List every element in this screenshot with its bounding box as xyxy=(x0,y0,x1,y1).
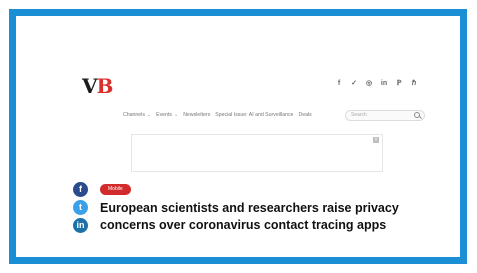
chevron-down-icon: ⌄ xyxy=(173,112,179,118)
linkedin-share-icon[interactable]: in xyxy=(73,218,88,233)
nav-item-events[interactable]: Events ⌄ xyxy=(156,112,178,118)
main-nav: Channels ⌄ Events ⌄ Newsletters Special Is… xyxy=(123,112,317,118)
instagram-icon[interactable]: ◎ xyxy=(365,79,373,89)
nav-item-newsletters[interactable]: Newsletters xyxy=(183,112,210,118)
search-input[interactable]: Search xyxy=(345,110,425,121)
nav-item-channels[interactable]: Channels ⌄ xyxy=(123,112,151,118)
nav-item-label: Events xyxy=(156,112,172,118)
linkedin-icon[interactable]: in xyxy=(380,79,388,89)
logo-letter-v: V xyxy=(82,74,98,98)
article-title: European scientists and researchers rais… xyxy=(100,201,399,232)
nav-item-label: Channels xyxy=(123,112,145,118)
rss-icon[interactable]: ℏ xyxy=(410,79,418,89)
facebook-share-icon[interactable]: f xyxy=(73,182,88,197)
twitter-share-icon[interactable]: t xyxy=(73,200,88,215)
twitter-icon[interactable]: ✓ xyxy=(350,79,358,89)
search-icon[interactable] xyxy=(414,112,420,118)
nav-item-deals[interactable]: Deals xyxy=(298,112,311,118)
facebook-icon[interactable]: f xyxy=(335,79,343,89)
ad-close-icon[interactable]: × xyxy=(373,137,379,143)
screenshot-frame: VB f ✓ ◎ in ℙ ℏ Channels ⌄ Events ⌄ Newsle… xyxy=(9,9,467,264)
category-badge[interactable]: Mobile xyxy=(100,184,131,195)
flipboard-icon[interactable]: ℙ xyxy=(395,79,403,89)
ad-placeholder: × xyxy=(131,134,383,172)
nav-item-special-issue[interactable]: Special Issue: AI and Surveillance xyxy=(215,112,293,118)
chevron-down-icon: ⌄ xyxy=(146,112,152,118)
search-placeholder: Search xyxy=(351,112,367,118)
header-social-links: f ✓ ◎ in ℙ ℏ xyxy=(335,79,418,89)
share-buttons: f t in xyxy=(73,182,88,236)
site-logo[interactable]: VB xyxy=(82,74,114,98)
logo-letter-b: B xyxy=(96,74,114,98)
